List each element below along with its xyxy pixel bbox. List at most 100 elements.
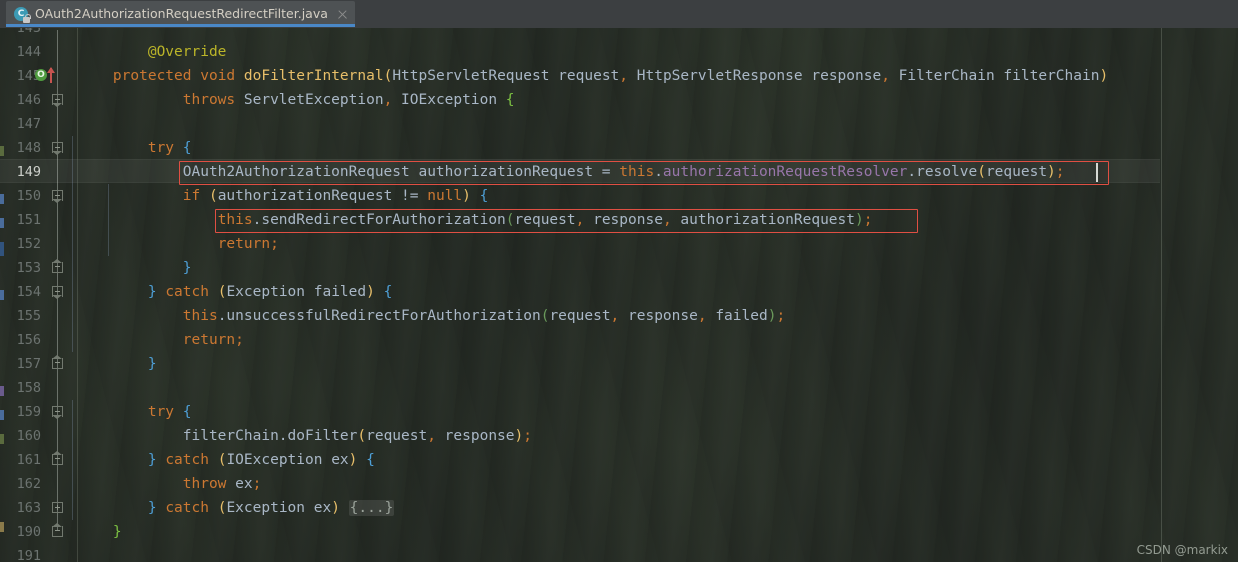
code-token: ( — [383, 68, 393, 84]
override-marker-icon[interactable]: O — [35, 67, 61, 84]
lock-icon — [23, 13, 31, 23]
code-token: request — [549, 308, 611, 324]
code-token: , — [383, 92, 393, 108]
code-editor[interactable]: 143 144 145 146 147 148 149 150 151 152 … — [0, 28, 1238, 562]
code-line-155[interactable]: this.unsuccessfulRedirectForAuthorizatio… — [78, 304, 785, 328]
code-token: ) — [855, 212, 864, 228]
code-line-157[interactable]: } — [78, 352, 157, 376]
code-token: doFilter — [287, 428, 358, 444]
close-icon[interactable] — [336, 8, 349, 21]
line-number-191: 191 — [16, 548, 41, 562]
code-token: return — [182, 332, 236, 348]
fold-handle-146[interactable] — [52, 94, 63, 107]
code-line-149[interactable]: OAuth2AuthorizationRequest authorization… — [78, 160, 1065, 184]
editor-tab-title: OAuth2AuthorizationRequestRedirectFilter… — [35, 5, 328, 21]
editor-tab-active[interactable]: C OAuth2AuthorizationRequestRedirectFilt… — [6, 1, 355, 27]
code-token: Exception ex — [226, 500, 332, 516]
code-token: ; — [523, 428, 532, 444]
code-token: catch — [165, 500, 209, 516]
code-token: } — [147, 500, 157, 516]
code-token: this — [182, 308, 218, 324]
code-line-156[interactable]: return; — [78, 328, 244, 352]
code-token: ) — [366, 284, 375, 300]
code-token: doFilterInternal — [243, 68, 384, 84]
code-token: response — [584, 212, 663, 228]
code-token: ) — [1099, 68, 1109, 84]
code-line-144[interactable]: @Override — [78, 40, 227, 64]
code-token: . — [654, 164, 663, 180]
code-token: } — [182, 260, 192, 276]
code-token: ; — [235, 332, 244, 348]
code-line-154[interactable]: } catch (Exception failed) { — [78, 280, 392, 304]
code-line-153[interactable]: } — [78, 256, 192, 280]
code-line-148[interactable]: try { — [78, 136, 192, 160]
code-token: . — [278, 428, 288, 444]
code-token: response — [435, 428, 515, 444]
fold-handle-148[interactable] — [52, 142, 63, 155]
code-token: request — [985, 164, 1048, 180]
line-number-143: 143 — [16, 28, 41, 36]
fold-handle-161[interactable] — [52, 451, 63, 465]
code-line-151[interactable]: this.sendRedirectForAuthorization(reques… — [78, 208, 873, 232]
code-text-area[interactable]: @Override protected void doFilterInterna… — [78, 28, 1238, 562]
code-line-162[interactable]: throw ex; — [78, 472, 262, 496]
code-token: HttpServletRequest request — [392, 68, 620, 84]
code-token: request — [514, 212, 576, 228]
code-token: void — [200, 68, 236, 84]
code-token: ; — [776, 308, 786, 324]
code-token: { — [479, 188, 489, 204]
line-number-153: 153 — [16, 260, 41, 276]
code-token: IOException ex — [226, 452, 349, 468]
fold-handle-150[interactable] — [52, 190, 63, 203]
code-token: catch — [165, 452, 209, 468]
code-token: ; — [252, 476, 262, 492]
code-token: protected — [112, 68, 192, 84]
fold-handle-163[interactable] — [52, 502, 63, 513]
fold-handle-153[interactable] — [52, 259, 63, 273]
fold-handle-190[interactable] — [52, 523, 63, 537]
fold-handle-159[interactable] — [52, 406, 63, 419]
code-token: = — [601, 164, 611, 180]
code-line-163[interactable]: } catch (Exception ex) {...} — [78, 496, 395, 520]
fold-handle-154[interactable] — [52, 286, 63, 299]
fold-handle-157[interactable] — [52, 355, 63, 369]
code-line-160[interactable]: filterChain.doFilter(request, response); — [78, 424, 532, 448]
code-line-145[interactable]: protected void doFilterInternal(HttpServ… — [78, 64, 1108, 88]
code-token: } — [147, 452, 157, 468]
code-token: ( — [505, 212, 515, 228]
indent-guide — [72, 400, 73, 520]
line-number-160: 160 — [16, 428, 41, 444]
code-line-159[interactable]: try { — [78, 400, 192, 424]
code-token: throws — [182, 92, 236, 108]
code-line-146[interactable]: throws ServletException, IOException { — [78, 88, 515, 112]
editor-gutter[interactable]: 143 144 145 146 147 148 149 150 151 152 … — [4, 28, 78, 562]
code-token: ex — [226, 476, 253, 492]
code-token: FilterChain filterChain — [889, 68, 1100, 84]
line-number-144: 144 — [16, 44, 41, 60]
code-line-161[interactable]: } catch (IOException ex) { — [78, 448, 375, 472]
code-line-150[interactable]: if (authorizationRequest != null) { — [78, 184, 489, 208]
line-number-158: 158 — [16, 380, 41, 396]
code-token: try — [147, 140, 175, 156]
code-line-152[interactable]: return; — [78, 232, 279, 256]
code-line-190[interactable]: } — [78, 520, 122, 544]
code-token: @Override — [147, 44, 227, 60]
